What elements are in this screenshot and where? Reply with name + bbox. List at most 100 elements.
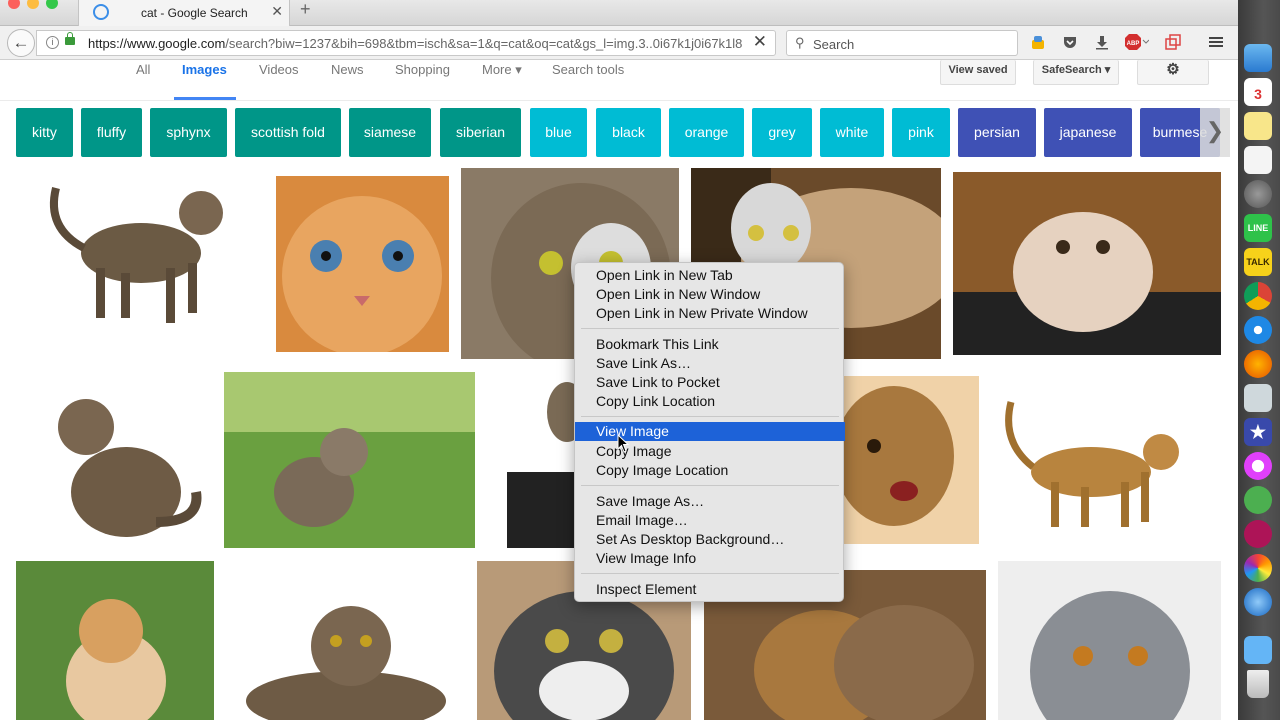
chrome-icon[interactable] (1244, 282, 1272, 310)
notes-icon[interactable] (1244, 112, 1272, 140)
system-preferences-icon[interactable] (1244, 180, 1272, 208)
menu-item-inspect-element[interactable]: Inspect Element (575, 580, 845, 599)
kakaotalk-icon[interactable]: TALK (1244, 248, 1272, 276)
chip-white[interactable]: white (820, 108, 884, 157)
image-result[interactable] (224, 372, 475, 548)
chip-persian[interactable]: persian (958, 108, 1036, 157)
chip-black[interactable]: black (596, 108, 661, 157)
image-result[interactable] (991, 372, 1221, 548)
imovie-star-icon[interactable]: ★ (1244, 418, 1272, 446)
url-bar[interactable]: i https://www.google.com/search?biw=1237… (36, 30, 776, 56)
tab-images[interactable]: Images (182, 62, 227, 77)
tab-search-tools[interactable]: Search tools (552, 62, 624, 77)
tab-close-icon[interactable]: ✕ (271, 3, 283, 20)
browser-tab[interactable]: cat - Google Search ✕ (78, 0, 290, 26)
tab-news[interactable]: News (331, 62, 364, 77)
trash-icon[interactable] (1247, 670, 1269, 698)
image-result[interactable] (16, 561, 214, 720)
clear-url-icon[interactable]: ✕ (753, 32, 767, 52)
loading-icon (93, 4, 109, 20)
chips-next-arrow-icon[interactable]: ❯ (1200, 108, 1230, 157)
chip-grey[interactable]: grey (752, 108, 812, 157)
settings-gear-icon[interactable]: ⚙ (1137, 60, 1209, 85)
chip-orange[interactable]: orange (669, 108, 744, 157)
chip-siberian[interactable]: siberian (440, 108, 521, 157)
url-text[interactable]: https://www.google.com/search?biw=1237&b… (88, 36, 748, 51)
info-icon[interactable]: i (46, 36, 59, 49)
tab-all[interactable]: All (136, 62, 150, 77)
zoom-window-button[interactable] (46, 0, 58, 9)
menu-item-save-image-as[interactable]: Save Image As… (575, 492, 845, 511)
menu-item-open-link-new-tab[interactable]: Open Link in New Tab (575, 266, 845, 285)
chip-siamese[interactable]: siamese (349, 108, 431, 157)
menu-item-email-image[interactable]: Email Image… (575, 511, 845, 530)
menu-item-set-desktop-background[interactable]: Set As Desktop Background… (575, 530, 845, 549)
context-menu: Open Link in New Tab Open Link in New Wi… (574, 262, 845, 602)
reminders-icon[interactable] (1244, 146, 1272, 174)
lock-icon (65, 32, 75, 45)
pocket-icon[interactable] (1061, 34, 1079, 52)
calendar-day: 3 (1254, 86, 1262, 102)
chip-scottish-fold[interactable]: scottish fold (235, 108, 341, 157)
menu-item-save-link-as[interactable]: Save Link As… (575, 354, 845, 373)
menu-item-copy-image-location[interactable]: Copy Image Location (575, 461, 845, 480)
image-result[interactable] (276, 176, 449, 352)
extension-icon[interactable] (1029, 34, 1047, 52)
image-result[interactable] (844, 376, 979, 544)
back-button[interactable]: ← (7, 29, 35, 57)
browser-search-input[interactable]: ⚲ Search (786, 30, 1018, 56)
chip-pink[interactable]: pink (892, 108, 950, 157)
chip-kitty[interactable]: kitty (16, 108, 73, 157)
menu-item-view-image-info[interactable]: View Image Info (575, 549, 845, 568)
itunes-icon[interactable] (1244, 452, 1272, 480)
menu-item-open-link-private-window[interactable]: Open Link in New Private Window (575, 304, 845, 323)
folder-icon[interactable] (1244, 636, 1272, 664)
image-result[interactable] (953, 172, 1221, 355)
chip-sphynx[interactable]: sphynx (150, 108, 227, 157)
image-result[interactable] (487, 372, 574, 548)
firefox-icon[interactable] (1244, 350, 1272, 378)
view-saved-button[interactable]: View saved (940, 60, 1016, 85)
menu-item-copy-image[interactable]: Copy Image (575, 442, 845, 461)
chip-japanese[interactable]: japanese (1044, 108, 1132, 157)
search-icon: ⚲ (795, 35, 805, 50)
talk-label: TALK (1246, 257, 1270, 267)
app-icon[interactable] (1244, 520, 1272, 548)
finder-icon[interactable] (1244, 44, 1272, 72)
chip-fluffy[interactable]: fluffy (81, 108, 142, 157)
menu-item-copy-link-location[interactable]: Copy Link Location (575, 392, 845, 411)
safari-icon[interactable] (1244, 316, 1272, 344)
image-result[interactable] (16, 168, 264, 359)
search-placeholder: Search (813, 37, 855, 52)
app-icon[interactable] (1244, 384, 1272, 412)
menu-item-open-link-new-window[interactable]: Open Link in New Window (575, 285, 845, 304)
tab-videos[interactable]: Videos (259, 62, 299, 77)
adblock-icon[interactable]: ABP (1124, 34, 1150, 52)
tab-shopping[interactable]: Shopping (395, 62, 450, 77)
safesearch-button[interactable]: SafeSearch ▾ (1033, 60, 1119, 85)
menu-item-bookmark-link[interactable]: Bookmark This Link (575, 335, 845, 354)
screenshot-extension-icon[interactable] (1164, 34, 1182, 52)
image-result[interactable] (226, 561, 465, 720)
image-result[interactable] (16, 372, 212, 548)
download-icon[interactable] (1093, 34, 1111, 52)
menu-separator (581, 573, 839, 574)
photos-icon[interactable] (1244, 554, 1272, 582)
calendar-icon[interactable]: 3 (1244, 78, 1272, 106)
tab-more[interactable]: More ▾ (482, 62, 522, 78)
new-tab-button[interactable]: + (300, 0, 311, 18)
url-path: /search?biw=1237&bih=698&tbm=isch&sa=1&q… (225, 36, 743, 51)
menu-item-save-link-pocket[interactable]: Save Link to Pocket (575, 373, 845, 392)
macos-dock: 3 LINE TALK ★ (1238, 0, 1280, 720)
chip-blue[interactable]: blue (530, 108, 587, 157)
line-icon[interactable]: LINE (1244, 214, 1272, 242)
navigation-bar: ← i https://www.google.com/search?biw=12… (0, 26, 1238, 60)
image-result[interactable] (998, 561, 1221, 720)
mouse-cursor-icon (617, 434, 630, 453)
quicktime-icon[interactable] (1244, 588, 1272, 616)
utorrent-icon[interactable] (1244, 486, 1272, 514)
menu-icon[interactable] (1207, 34, 1225, 52)
minimize-window-button[interactable] (27, 0, 39, 9)
close-window-button[interactable] (8, 0, 20, 9)
menu-item-view-image[interactable]: View Image (575, 422, 845, 441)
